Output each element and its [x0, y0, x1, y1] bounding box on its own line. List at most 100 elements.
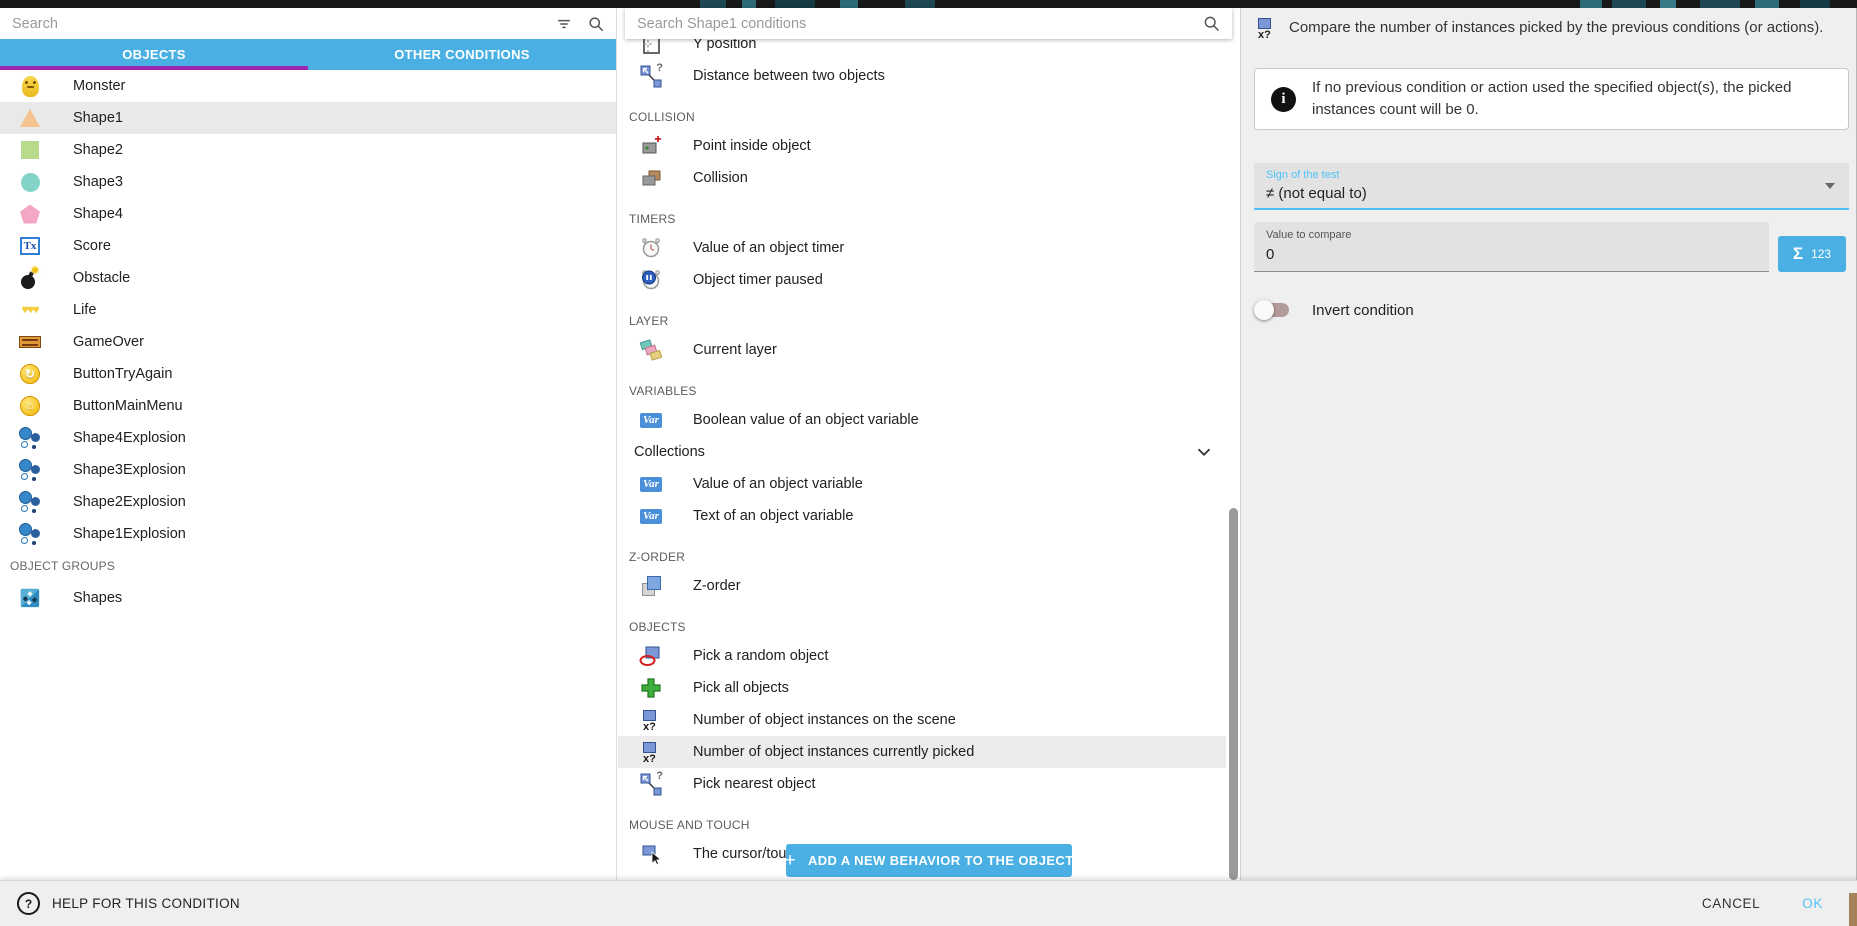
condition-label: Pick nearest object [693, 776, 816, 792]
invert-condition-row: Invert condition [1254, 300, 1414, 320]
monster-icon [18, 74, 42, 98]
object-label: Shape4 [73, 206, 123, 222]
conditions-panel: Search Shape1 conditions Y position?Dist… [618, 8, 1240, 880]
object-list-item-shape1explosion[interactable]: Shape1Explosion [0, 518, 616, 550]
object-list-item-buttontryagain[interactable]: ↻ ButtonTryAgain [0, 358, 616, 390]
condition-item[interactable]: Value of an object timer [618, 232, 1226, 264]
condition-item[interactable]: Pick all objects [618, 672, 1226, 704]
condition-label: Current layer [693, 342, 777, 358]
conditions-search-input[interactable]: Search Shape1 conditions [625, 8, 1232, 39]
add-behavior-label: ADD A NEW BEHAVIOR TO THE OBJECT [808, 853, 1074, 868]
condition-label: Point inside object [693, 138, 811, 154]
footer-actions: CANCEL OK [1698, 888, 1827, 919]
object-list-item-buttonmainmenu[interactable]: ⌂ButtonMainMenu [0, 390, 616, 422]
var-icon: Var [639, 504, 663, 528]
expression-builder-button[interactable]: Σ 123 [1778, 236, 1846, 272]
condition-item[interactable]: Collision [618, 162, 1226, 194]
pick-random-icon [639, 644, 663, 668]
condition-item[interactable]: VarValue of an object variable [618, 468, 1226, 500]
sign-of-test-label: Sign of the test [1266, 169, 1837, 181]
search-icon[interactable] [1201, 13, 1222, 34]
background-corner-fragment [1849, 893, 1857, 926]
object-label: Shape2Explosion [73, 494, 186, 510]
object-list-item-shape4explosion[interactable]: Shape4Explosion [0, 422, 616, 454]
explosion-icon [18, 522, 42, 546]
condition-label: Text of an object variable [693, 508, 853, 524]
object-list-item-monster[interactable]: Monster [0, 70, 616, 102]
accordion-collections[interactable]: Collections [618, 436, 1226, 468]
condition-label: Object timer paused [693, 272, 823, 288]
object-label: Monster [73, 78, 125, 94]
condition-label: Value of an object variable [693, 476, 863, 492]
add-behavior-button[interactable]: + ADD A NEW BEHAVIOR TO THE OBJECT [786, 844, 1072, 877]
sign-of-test-select[interactable]: Sign of the test ≠ (not equal to) [1254, 163, 1849, 210]
object-list-item-shape4[interactable]: Shape4 [0, 198, 616, 230]
condition-item[interactable]: Pick a random object [618, 640, 1226, 672]
condition-item[interactable]: Current layer [618, 334, 1226, 366]
help-label: HELP FOR THIS CONDITION [52, 896, 240, 911]
point-inside-icon [639, 134, 663, 158]
gameover-icon [18, 330, 42, 354]
sigma-badge: 123 [1811, 247, 1831, 261]
category-header: OBJECTS [618, 602, 1226, 640]
shape4-icon [18, 202, 42, 226]
condition-item[interactable]: VarBoolean value of an object variable [618, 404, 1226, 436]
explosion-icon [18, 458, 42, 482]
object-list-item-shape3explosion[interactable]: Shape3Explosion [0, 454, 616, 486]
timer-paused-icon [639, 268, 663, 292]
help-button[interactable]: ? HELP FOR THIS CONDITION [17, 892, 240, 915]
dialog-footer: ? HELP FOR THIS CONDITION CANCEL OK [0, 880, 1857, 926]
explosion-icon [18, 426, 42, 450]
value-to-compare-label: Value to compare [1266, 229, 1757, 241]
object-list-item-shape3[interactable]: Shape3 [0, 166, 616, 198]
object-list-item-gameover[interactable]: GameOver [0, 326, 616, 358]
condition-item[interactable]: Var Text of an object variable [618, 500, 1226, 532]
ok-button[interactable]: OK [1798, 888, 1827, 919]
condition-item[interactable]: Z-order [618, 570, 1226, 602]
cancel-button[interactable]: CANCEL [1698, 888, 1764, 919]
category-header: Z-ORDER [618, 532, 1226, 570]
objects-list: Monster Shape1Shape2Shape3 Shape4 TxScoreOb… [0, 70, 616, 550]
info-icon: i [1271, 87, 1296, 112]
tab-other-conditions[interactable]: OTHER CONDITIONS [308, 39, 616, 70]
condition-item[interactable]: Point inside object [618, 130, 1226, 162]
accordion-label: Collections [634, 444, 1192, 460]
button-retry-icon: ↻ [18, 362, 42, 386]
objects-panel: Search OBJECTSOTHER CONDITIONS Monster Sh… [0, 8, 617, 880]
object-groups-list: Shapes [0, 582, 616, 614]
search-icon[interactable] [586, 14, 606, 34]
filter-icon[interactable] [554, 14, 574, 34]
object-label: GameOver [73, 334, 144, 350]
condition-item[interactable]: x?Number of object instances on the scen… [618, 704, 1226, 736]
value-to-compare-field[interactable]: Value to compare 0 [1254, 222, 1769, 272]
object-label: Life [73, 302, 96, 318]
object-list-item-life[interactable]: ♥♥♥Life [0, 294, 616, 326]
object-list-item-shape2[interactable]: Shape2 [0, 134, 616, 166]
instances-icon: x? [639, 740, 663, 764]
value-to-compare-value: 0 [1266, 246, 1757, 263]
background-app-strip [0, 0, 1857, 8]
object-list-item-shapes[interactable]: Shapes [0, 582, 616, 614]
object-list-item-shape2explosion[interactable]: Shape2Explosion [0, 486, 616, 518]
objects-search-input[interactable]: Search [0, 8, 616, 39]
group-shapes-icon [18, 586, 42, 610]
new-condition-dialog: { "colors": {"accent_blue": "#4ab0e4", "… [0, 0, 1857, 926]
invert-condition-toggle[interactable] [1254, 300, 1294, 320]
category-header: LAYER [618, 296, 1226, 334]
object-label: ButtonTryAgain [73, 366, 172, 382]
collision-icon [639, 166, 663, 190]
condition-label: Pick all objects [693, 680, 789, 696]
object-list-item-obstacle[interactable]: Obstacle [0, 262, 616, 294]
pick-all-icon [639, 676, 663, 700]
tab-objects[interactable]: OBJECTS [0, 39, 308, 70]
condition-item[interactable]: x?Number of object instances currently p… [618, 736, 1226, 768]
condition-item[interactable]: ?Pick nearest object [618, 768, 1226, 800]
object-list-item-score[interactable]: TxScore [0, 230, 616, 262]
score-icon: Tx [18, 234, 42, 258]
condition-item[interactable]: ?Distance between two objects [618, 60, 1226, 92]
object-label: Shape4Explosion [73, 430, 186, 446]
conditions-search-placeholder: Search Shape1 conditions [637, 16, 1201, 32]
object-list-item-shape1[interactable]: Shape1 [0, 102, 616, 134]
condition-item[interactable]: Object timer paused [618, 264, 1226, 296]
conditions-scrollbar[interactable] [1229, 508, 1238, 880]
